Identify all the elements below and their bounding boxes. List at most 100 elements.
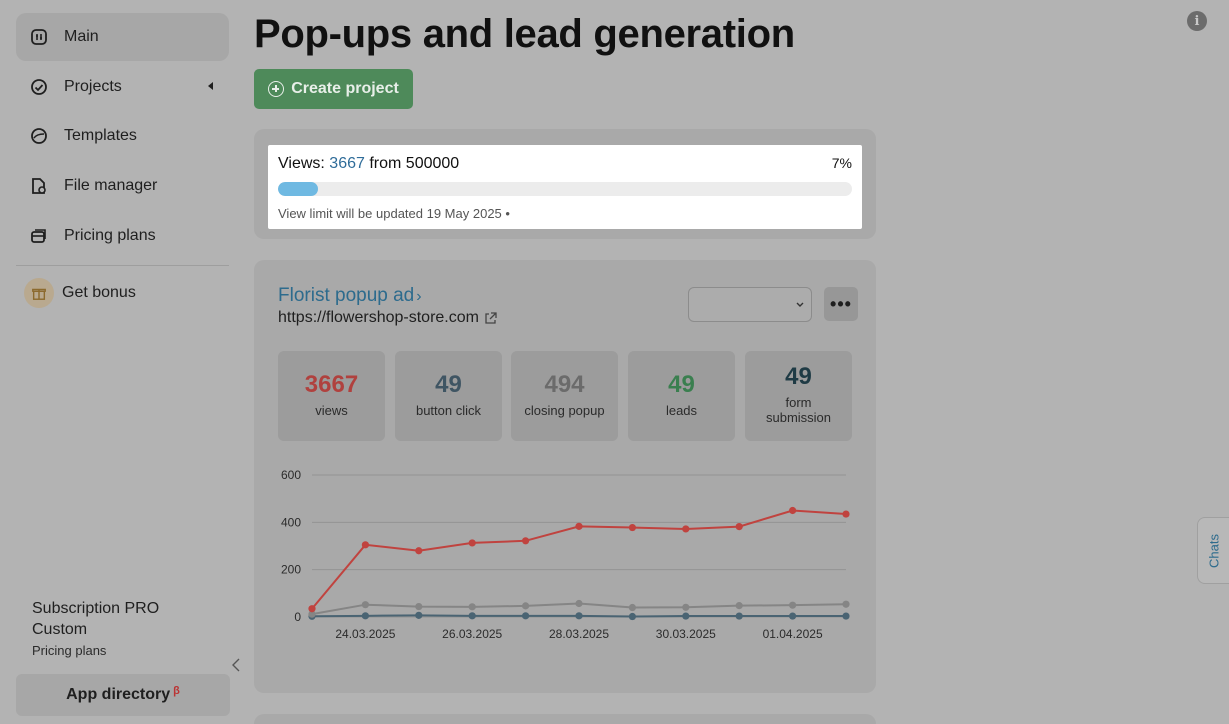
y-tick-label: 400 [281, 515, 301, 529]
data-point [628, 523, 636, 532]
stat-value: 49 [785, 363, 812, 390]
subscription-title: Subscription PRO Custom [32, 600, 160, 638]
create-project-button[interactable]: Create project [254, 69, 413, 109]
stat-value: 3667 [304, 371, 359, 398]
data-point [575, 599, 583, 608]
sidebar-divider [16, 265, 229, 266]
data-point [735, 612, 743, 620]
stat-label: views [315, 403, 348, 418]
chevron-down-icon [796, 302, 804, 307]
project-url-text: https://flowershop-store.com [278, 309, 479, 326]
chats-label: Chats [1206, 533, 1221, 568]
views-chart-svg: 0 200 400 600 24.03.2025 26.03.2025 28.03.2025… [281, 468, 850, 641]
sidebar-item-label: Templates [64, 127, 137, 144]
ellipsis-icon: ••• [830, 293, 852, 314]
views-current: 3667 [329, 155, 365, 172]
data-point [415, 547, 423, 555]
data-point [735, 522, 743, 531]
stat-card-form-submission: 49 form submission [745, 351, 852, 441]
pricing-plans-link[interactable]: Pricing plans [32, 643, 212, 658]
views-limit-note: View limit will be updated 19 May 2025 • [278, 206, 510, 221]
views-chart: 0 200 400 600 24.03.2025 26.03.2025 28.03.2025… [272, 460, 862, 650]
data-point [522, 537, 530, 545]
stat-card-leads: 49 leads [628, 351, 735, 441]
plus-circle-icon [268, 81, 285, 97]
beta-badge: β [173, 685, 180, 697]
sidebar-item-pricing-plans[interactable]: Pricing plans [16, 212, 229, 260]
app-directory-button[interactable]: App directory β [16, 674, 230, 716]
stat-label: closing popup [524, 403, 605, 418]
stat-value: 49 [435, 371, 462, 398]
x-tick-label: 26.03.2025 [442, 627, 502, 641]
project-name: Florist popup ad [278, 285, 415, 306]
stat-value: 494 [544, 371, 585, 398]
chevron-left-icon[interactable] [208, 82, 213, 90]
stat-value: 49 [668, 371, 695, 398]
views-progress-bar [278, 182, 852, 196]
data-point [628, 603, 636, 612]
collapse-sidebar-button[interactable] [229, 656, 243, 674]
data-point [522, 602, 530, 610]
period-select[interactable] [688, 287, 812, 322]
stat-label: button click [415, 403, 482, 418]
data-point [415, 602, 423, 611]
chevron-left-icon [232, 658, 240, 672]
gift-icon [24, 278, 54, 308]
data-point [415, 611, 423, 619]
x-tick-label: 28.03.2025 [549, 627, 609, 641]
chevron-right-icon: › [416, 288, 422, 305]
stat-card-button-click: 49 button click [395, 351, 502, 441]
stat-label: leads [665, 403, 698, 418]
sidebar-item-label: Projects [64, 78, 122, 95]
data-point [789, 612, 797, 620]
y-tick-label: 0 [294, 610, 301, 624]
sidebar-item-templates[interactable]: Templates [16, 112, 229, 160]
data-point [682, 612, 690, 620]
data-point [735, 602, 743, 610]
data-point [308, 605, 316, 613]
sidebar-item-file-manager[interactable]: File manager [16, 162, 229, 210]
app-directory-label: App directory [66, 686, 171, 703]
templates-icon [30, 127, 48, 145]
views-progress-fill [278, 182, 319, 196]
project-name-link[interactable]: Florist popup ad › [278, 285, 422, 307]
data-point [468, 539, 476, 547]
views-suffix: from 500000 [369, 155, 460, 172]
sidebar-item-main[interactable]: Main [16, 13, 229, 61]
more-options-button[interactable]: ••• [824, 287, 858, 321]
sidebar-item-label: File manager [64, 177, 158, 194]
chats-tab[interactable]: Chats [1197, 517, 1229, 584]
data-point [842, 600, 850, 608]
data-point [789, 601, 797, 609]
data-point [468, 603, 476, 611]
x-tick-label: 01.04.2025 [763, 627, 823, 641]
data-point [682, 525, 690, 533]
y-tick-label: 600 [281, 468, 301, 482]
y-tick-label: 200 [281, 563, 301, 577]
page-title: Pop-ups and lead generation [254, 12, 795, 56]
stat-card-views: 3667 views [278, 351, 385, 441]
views-prefix: Views: [278, 155, 325, 172]
sidebar-item-label: Get bonus [62, 284, 136, 301]
sidebar: Main Projects Templates File manager Pri… [0, 0, 244, 724]
info-icon[interactable]: i [1187, 11, 1207, 31]
data-point [628, 612, 636, 621]
data-point [361, 541, 369, 549]
sidebar-item-get-bonus[interactable]: Get bonus [16, 269, 229, 317]
data-point [575, 612, 583, 620]
sidebar-item-label: Main [64, 28, 99, 45]
sidebar-item-projects[interactable]: Projects [16, 63, 229, 111]
data-point [522, 612, 530, 620]
project-url[interactable]: https://flowershop-store.com [278, 309, 497, 327]
views-limit-panel: Views: 3667 from 500000 7% View limit wi… [268, 145, 862, 229]
projects-icon [30, 78, 48, 96]
file-manager-icon [30, 177, 48, 195]
stat-card-closing-popup: 494 closing popup [511, 351, 618, 441]
stat-label: form submission [765, 395, 832, 425]
x-tick-label: 24.03.2025 [335, 627, 395, 641]
data-point [842, 510, 850, 518]
subscription-info: Subscription PRO Custom Pricing plans [32, 598, 212, 658]
data-point [575, 522, 583, 530]
create-project-label: Create project [291, 80, 399, 97]
data-point [361, 601, 369, 609]
